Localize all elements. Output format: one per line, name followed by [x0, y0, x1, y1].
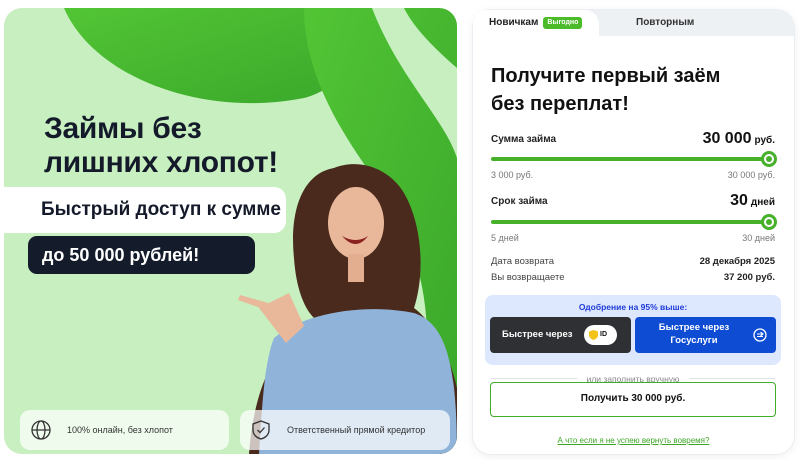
tab-new-customers-label: Новичкам	[489, 17, 539, 28]
shield-check-icon	[252, 420, 270, 440]
customer-tabs: Новичкам Выгодно Повторным	[473, 10, 794, 36]
approval-block: Одобрение на 95% выше: Быстрее через ID …	[485, 295, 781, 365]
feature-creditor-text: Ответственный прямой кредитор	[287, 425, 426, 435]
form-title-line1: Получите первый заём	[491, 65, 721, 87]
hero-title-line2: лишних хлопот!	[44, 146, 278, 179]
fast-id-button[interactable]: Быстрее через ID	[490, 317, 631, 353]
amount-slider-handle[interactable]	[761, 151, 777, 167]
late-return-help-link[interactable]: А что если я не успею вернуть вовремя?	[473, 436, 794, 445]
term-slider-track[interactable]	[491, 220, 769, 224]
feature-online-text: 100% онлайн, без хлопот	[67, 425, 173, 435]
feature-creditor: Ответственный прямой кредитор	[240, 410, 450, 450]
id-shield-icon	[589, 330, 598, 340]
gosuslugi-icon	[753, 328, 767, 342]
term-min: 5 дней	[491, 233, 519, 243]
loan-form-card: Новичкам Выгодно Повторным Получите первы…	[473, 10, 794, 454]
gosuslugi-button-label: Быстрее через Госуслуги	[635, 321, 753, 347]
gosuslugi-label-line2: Госуслуги	[670, 335, 718, 346]
amount-slider-track[interactable]	[491, 157, 769, 161]
tab-new-customers[interactable]: Новичкам Выгодно	[473, 10, 599, 36]
amount-max: 30 000 руб.	[727, 170, 775, 180]
amount-value: 30 000 руб.	[703, 130, 775, 148]
term-max: 30 дней	[742, 233, 775, 243]
term-value: 30 дней	[730, 192, 775, 210]
globe-icon	[31, 420, 51, 440]
divider-line-right	[689, 378, 775, 379]
hero-title-line1: Займы без	[44, 112, 202, 145]
profit-badge: Выгодно	[543, 17, 583, 29]
gosuslugi-label-line1: Быстрее через	[658, 322, 730, 333]
fast-id-button-label: Быстрее через	[502, 329, 573, 340]
id-badge: ID	[584, 325, 617, 345]
get-loan-button[interactable]: Получить 30 000 руб.	[490, 382, 776, 417]
hero-title: Займы без лишних хлопот!	[44, 112, 278, 180]
term-number: 30	[730, 192, 748, 209]
term-slider-handle[interactable]	[761, 214, 777, 230]
return-date-value: 28 декабря 2025	[699, 256, 775, 267]
term-unit: дней	[750, 197, 775, 208]
feature-online: 100% онлайн, без хлопот	[20, 410, 229, 450]
amount-unit: руб.	[754, 135, 776, 146]
hero-banner: Займы без лишних хлопот! Быстрый доступ …	[4, 8, 457, 454]
amount-number: 30 000	[702, 130, 752, 147]
form-title-line2: без переплат!	[491, 93, 629, 115]
tab-repeat-customers[interactable]: Повторным	[636, 10, 694, 36]
return-date-label: Дата возврата	[491, 256, 555, 267]
term-label: Срок займа	[491, 196, 548, 207]
amount-label: Сумма займа	[491, 134, 557, 145]
hero-highlight: до 50 000 рублей!	[28, 236, 255, 274]
form-title: Получите первый заём без переплат!	[491, 62, 720, 118]
id-badge-text: ID	[600, 331, 607, 338]
gosuslugi-button[interactable]: Быстрее через Госуслуги	[635, 317, 776, 353]
approval-title: Одобрение на 95% выше:	[578, 302, 688, 312]
return-sum-label: Вы возвращаете	[491, 272, 565, 283]
hero-subtitle: Быстрый доступ к сумме	[4, 187, 286, 233]
amount-min: 3 000 руб.	[491, 170, 534, 180]
return-sum-value: 37 200 руб.	[723, 272, 775, 283]
